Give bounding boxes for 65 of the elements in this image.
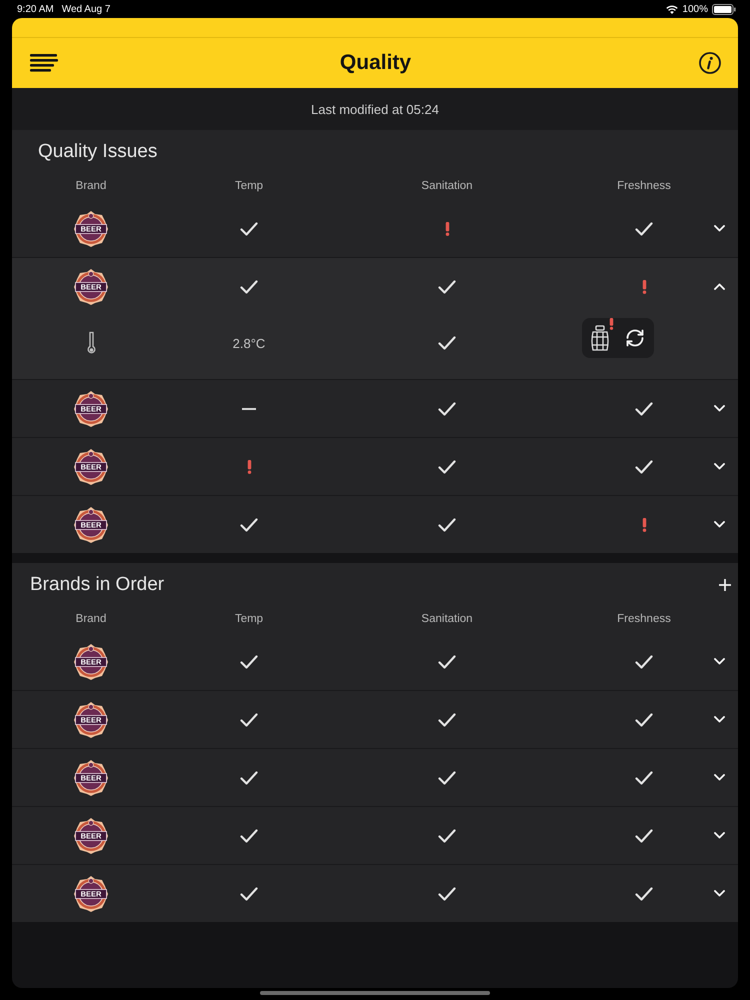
check-icon xyxy=(438,770,456,784)
dash-icon xyxy=(242,408,256,410)
check-icon xyxy=(240,654,258,668)
info-icon[interactable] xyxy=(699,52,721,74)
chevron-down-icon[interactable] xyxy=(714,716,725,723)
chevron-down-icon[interactable] xyxy=(714,658,725,665)
battery-percent: 100% xyxy=(682,4,708,14)
column-header: Freshness xyxy=(617,180,671,192)
check-icon xyxy=(240,712,258,726)
check-icon xyxy=(240,886,258,900)
check-icon xyxy=(438,712,456,726)
check-icon xyxy=(438,280,456,294)
menu-icon[interactable] xyxy=(30,54,58,72)
check-icon xyxy=(240,222,258,236)
column-header: Brand xyxy=(76,180,106,192)
check-icon xyxy=(438,828,456,842)
chevron-down-icon[interactable] xyxy=(714,225,725,232)
check-icon xyxy=(438,402,456,416)
check-icon xyxy=(438,460,456,474)
check-icon xyxy=(438,886,456,900)
check-icon xyxy=(438,518,456,532)
check-icon xyxy=(635,886,653,900)
chevron-down-icon[interactable] xyxy=(714,463,725,470)
wifi-icon xyxy=(666,4,678,14)
check-icon xyxy=(240,518,258,532)
check-icon xyxy=(240,770,258,784)
chevron-down-icon[interactable] xyxy=(714,890,725,897)
check-icon xyxy=(240,828,258,842)
chevron-down-icon[interactable] xyxy=(714,405,725,412)
check-icon xyxy=(635,828,653,842)
status-date: Wed Aug 7 xyxy=(62,4,110,14)
status-time: 9:20 AM xyxy=(17,4,54,14)
last-modified-text: Last modified at 05:24 xyxy=(311,102,439,116)
check-icon xyxy=(438,336,456,350)
keg-icon xyxy=(589,325,611,351)
column-header: Freshness xyxy=(617,613,671,625)
check-icon xyxy=(635,460,653,474)
section-title: Brands in Order xyxy=(30,574,164,596)
column-header: Brand xyxy=(76,613,106,625)
refresh-icon[interactable] xyxy=(625,328,645,348)
plus-icon[interactable] xyxy=(719,579,731,591)
alert-icon xyxy=(246,460,252,474)
battery-icon xyxy=(712,4,736,14)
check-icon xyxy=(635,770,653,784)
temperature-reading: 2.8°C xyxy=(232,336,266,350)
alert-icon xyxy=(444,222,450,236)
column-header: Temp xyxy=(234,613,264,625)
alert-icon xyxy=(642,518,646,532)
page-title: Quality xyxy=(340,51,412,75)
check-icon xyxy=(635,654,653,668)
check-icon xyxy=(635,402,653,416)
check-icon xyxy=(438,654,456,668)
chevron-up-icon[interactable] xyxy=(714,283,725,290)
alert-icon xyxy=(642,280,646,294)
column-header: Temp xyxy=(234,180,264,192)
section-title: Quality Issues xyxy=(38,141,158,163)
column-header: Sanitation xyxy=(421,180,473,192)
check-icon xyxy=(635,712,653,726)
chevron-down-icon[interactable] xyxy=(714,774,725,781)
chevron-down-icon[interactable] xyxy=(714,521,725,528)
column-header: Sanitation xyxy=(421,613,473,625)
thermometer-icon xyxy=(86,331,96,355)
check-icon xyxy=(240,280,258,294)
chevron-down-icon[interactable] xyxy=(714,832,725,839)
check-icon xyxy=(635,222,653,236)
